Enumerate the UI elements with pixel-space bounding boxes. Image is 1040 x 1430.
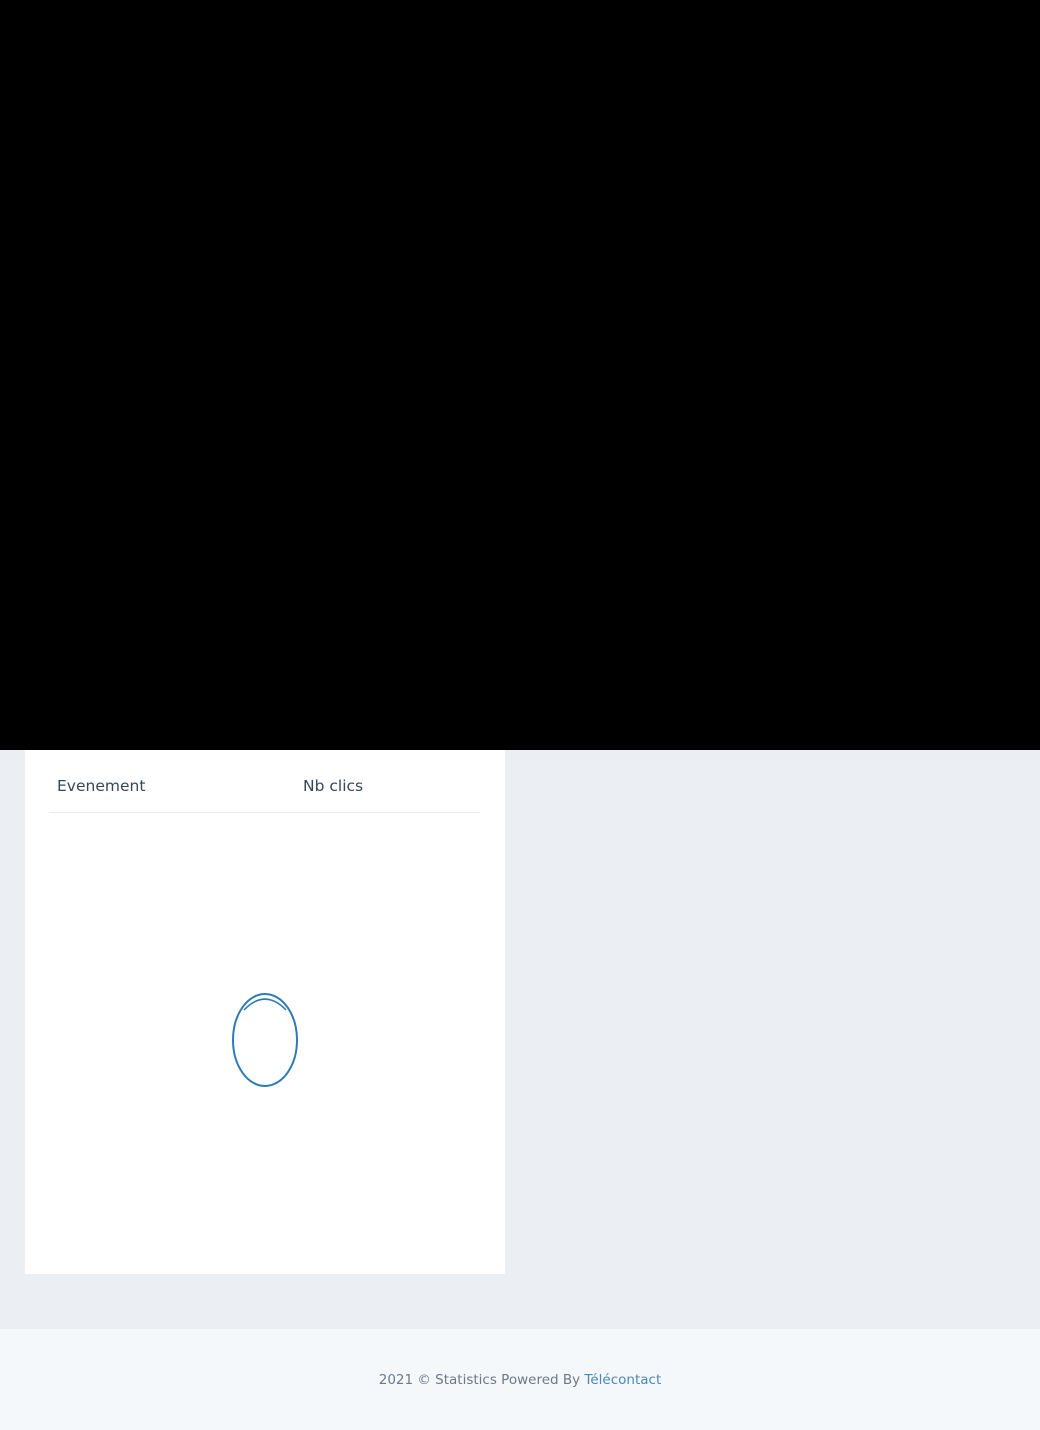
black-overlay [0,0,1040,750]
column-header-nb-clics[interactable]: Nb clics [303,776,363,796]
footer: 2021 © Statistics Powered By Télécontact [0,1329,1040,1430]
events-table-card: Evenement Nb clics [25,750,505,1274]
footer-copyright: 2021 © Statistics Powered By Télécontact [0,1370,1040,1390]
loading-spinner-icon [232,992,298,1088]
column-header-evenement[interactable]: Evenement [57,776,145,796]
table-header: Evenement Nb clics [49,750,480,813]
telecontact-link[interactable]: Télécontact [584,1372,661,1388]
footer-copyright-text: 2021 © Statistics Powered By [378,1372,581,1388]
